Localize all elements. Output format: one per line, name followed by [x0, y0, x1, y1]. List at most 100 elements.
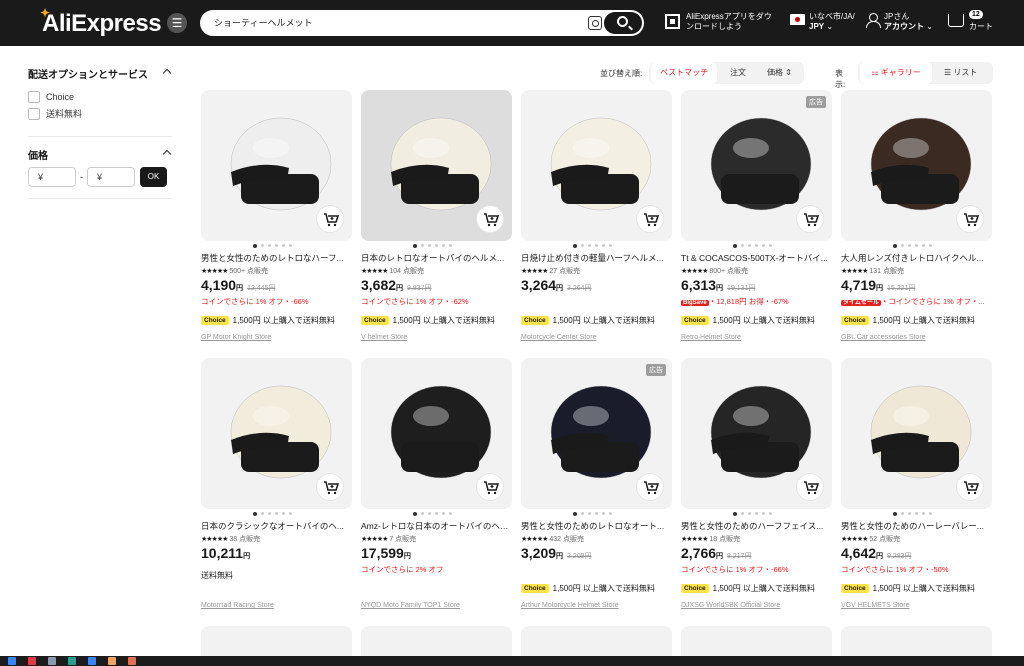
- store-link[interactable]: GP Motor Knight Store: [201, 334, 271, 341]
- sort-orders[interactable]: 注文: [730, 62, 746, 84]
- min-price-input[interactable]: ¥: [28, 167, 76, 187]
- search-button[interactable]: [604, 12, 642, 34]
- carousel-dot[interactable]: [282, 244, 285, 247]
- price-ok-button[interactable]: OK: [140, 167, 167, 187]
- carousel-dot[interactable]: [762, 512, 765, 515]
- search-input[interactable]: ショーティーヘルメット: [214, 10, 574, 36]
- product-title[interactable]: 男性と女性のためのハーフフェイス...: [681, 520, 832, 532]
- carousel-dot[interactable]: [449, 512, 452, 515]
- carousel-dot[interactable]: [275, 244, 278, 247]
- carousel-dot[interactable]: [421, 244, 424, 247]
- max-price-input[interactable]: ¥: [87, 167, 135, 187]
- user-icon[interactable]: [866, 13, 881, 28]
- carousel-dot[interactable]: [733, 244, 737, 248]
- product-title[interactable]: 日焼け止め付きの軽量ハーフヘルメ...: [521, 252, 672, 264]
- carousel-dot[interactable]: [588, 244, 591, 247]
- product-image[interactable]: 広告: [521, 358, 672, 509]
- carousel-dot[interactable]: [449, 244, 452, 247]
- product-card[interactable]: 広告 Tt & COCASCOS-500TX-オートバイ... ★★★★★ 80…: [681, 90, 832, 352]
- price-filter-header[interactable]: 価格: [28, 147, 172, 162]
- app-download-link[interactable]: AliExpressアプリをダウンロードしよう: [686, 12, 778, 32]
- carousel-dot[interactable]: [908, 512, 911, 515]
- cart-icon[interactable]: [948, 14, 964, 27]
- product-image[interactable]: [841, 358, 992, 509]
- checkbox[interactable]: [28, 90, 40, 103]
- product-card[interactable]: 大人用レンズ付きレトロハイクヘル... ★★★★★ 131 点販売 4,719円…: [841, 90, 992, 352]
- product-image[interactable]: [521, 90, 672, 241]
- product-title[interactable]: 男性と女性のためのレトロなハーフ...: [201, 252, 352, 264]
- carousel-dot[interactable]: [741, 512, 744, 515]
- carousel-dot[interactable]: [261, 244, 264, 247]
- store-link[interactable]: GBL Car accessories Store: [841, 334, 926, 341]
- product-image[interactable]: [201, 90, 352, 241]
- carousel-dot[interactable]: [908, 244, 911, 247]
- product-title[interactable]: 男性と女性のためのレトロなオート...: [521, 520, 672, 532]
- carousel-dot[interactable]: [901, 244, 904, 247]
- carousel-dot[interactable]: [435, 512, 438, 515]
- carousel-dot[interactable]: [442, 512, 445, 515]
- carousel-dot[interactable]: [289, 244, 292, 247]
- sort-price[interactable]: 価格 ⇕: [767, 62, 792, 84]
- carousel-dot[interactable]: [268, 244, 271, 247]
- carousel-dot[interactable]: [282, 512, 285, 515]
- chevron-up-icon[interactable]: [162, 149, 172, 159]
- carousel-dot[interactable]: [253, 244, 257, 248]
- product-card[interactable]: 日焼け止め付きの軽量ハーフヘルメ... ★★★★★ 27 点販売 3,264円 3…: [521, 90, 672, 352]
- product-image[interactable]: 広告: [681, 90, 832, 241]
- carousel-dot[interactable]: [929, 512, 932, 515]
- product-image[interactable]: [361, 358, 512, 509]
- carousel-dot[interactable]: [893, 512, 897, 516]
- carousel-dot[interactable]: [602, 244, 605, 247]
- carousel-dot[interactable]: [421, 512, 424, 515]
- product-title[interactable]: Amz-レトロな日本のオートバイのヘル...: [361, 520, 512, 532]
- add-to-cart-button[interactable]: [316, 473, 344, 501]
- product-title[interactable]: 男性と女性のためのハーレーバレー...: [841, 520, 992, 532]
- shipping-filter-header[interactable]: 配送オプションとサービス: [28, 66, 172, 81]
- store-link[interactable]: Retro Helmet Store: [681, 334, 741, 341]
- store-link[interactable]: Motorrrad Racing Store: [201, 602, 274, 609]
- product-title[interactable]: Tt & COCASCOS-500TX-オートバイ...: [681, 252, 832, 264]
- carousel-dot[interactable]: [915, 512, 918, 515]
- product-title[interactable]: 大人用レンズ付きレトロハイクヘル...: [841, 252, 992, 264]
- carousel-dot[interactable]: [609, 512, 612, 515]
- view-list[interactable]: ☰ リスト: [944, 62, 977, 84]
- checkbox[interactable]: [28, 107, 40, 120]
- app-icon[interactable]: [108, 657, 116, 665]
- cart-label[interactable]: カート: [969, 21, 993, 32]
- product-image[interactable]: [681, 358, 832, 509]
- carousel-dot[interactable]: [922, 244, 925, 247]
- carousel-dot[interactable]: [595, 512, 598, 515]
- carousel-dot[interactable]: [748, 512, 751, 515]
- carousel-dot[interactable]: [253, 512, 257, 516]
- camera-search-icon[interactable]: [588, 16, 602, 30]
- store-link[interactable]: VGV HELMETS Store: [841, 602, 909, 609]
- account-menu[interactable]: JPさん アカウント ⌄: [884, 12, 933, 32]
- carousel-dot[interactable]: [275, 512, 278, 515]
- start-icon[interactable]: [8, 657, 16, 665]
- carousel-dot[interactable]: [733, 512, 737, 516]
- carousel-dot[interactable]: [573, 512, 577, 516]
- carousel-dot[interactable]: [428, 244, 431, 247]
- chevron-up-icon[interactable]: [162, 68, 172, 78]
- carousel-dot[interactable]: [922, 512, 925, 515]
- product-title[interactable]: 日本のレトロなオートバイのヘルメ...: [361, 252, 512, 264]
- add-to-cart-button[interactable]: [956, 473, 984, 501]
- carousel-dot[interactable]: [609, 244, 612, 247]
- carousel-dot[interactable]: [595, 244, 598, 247]
- language-currency-selector[interactable]: いなべ市/JA/JPY ⌄: [809, 12, 855, 32]
- carousel-dot[interactable]: [268, 512, 271, 515]
- product-image[interactable]: [201, 358, 352, 509]
- app-icon[interactable]: [48, 657, 56, 665]
- carousel-dot[interactable]: [741, 244, 744, 247]
- carousel-dot[interactable]: [435, 244, 438, 247]
- carousel-dot[interactable]: [413, 512, 417, 516]
- carousel-dot[interactable]: [602, 512, 605, 515]
- carousel-dot[interactable]: [929, 244, 932, 247]
- carousel-dot[interactable]: [573, 244, 577, 248]
- add-to-cart-button[interactable]: [476, 473, 504, 501]
- store-link[interactable]: DJXSG WorldSBK Official Store: [681, 602, 780, 609]
- carousel-dot[interactable]: [769, 244, 772, 247]
- product-title[interactable]: 日本のクラシックなオートバイのヘ...: [201, 520, 352, 532]
- carousel-dot[interactable]: [588, 512, 591, 515]
- add-to-cart-button[interactable]: [796, 205, 824, 233]
